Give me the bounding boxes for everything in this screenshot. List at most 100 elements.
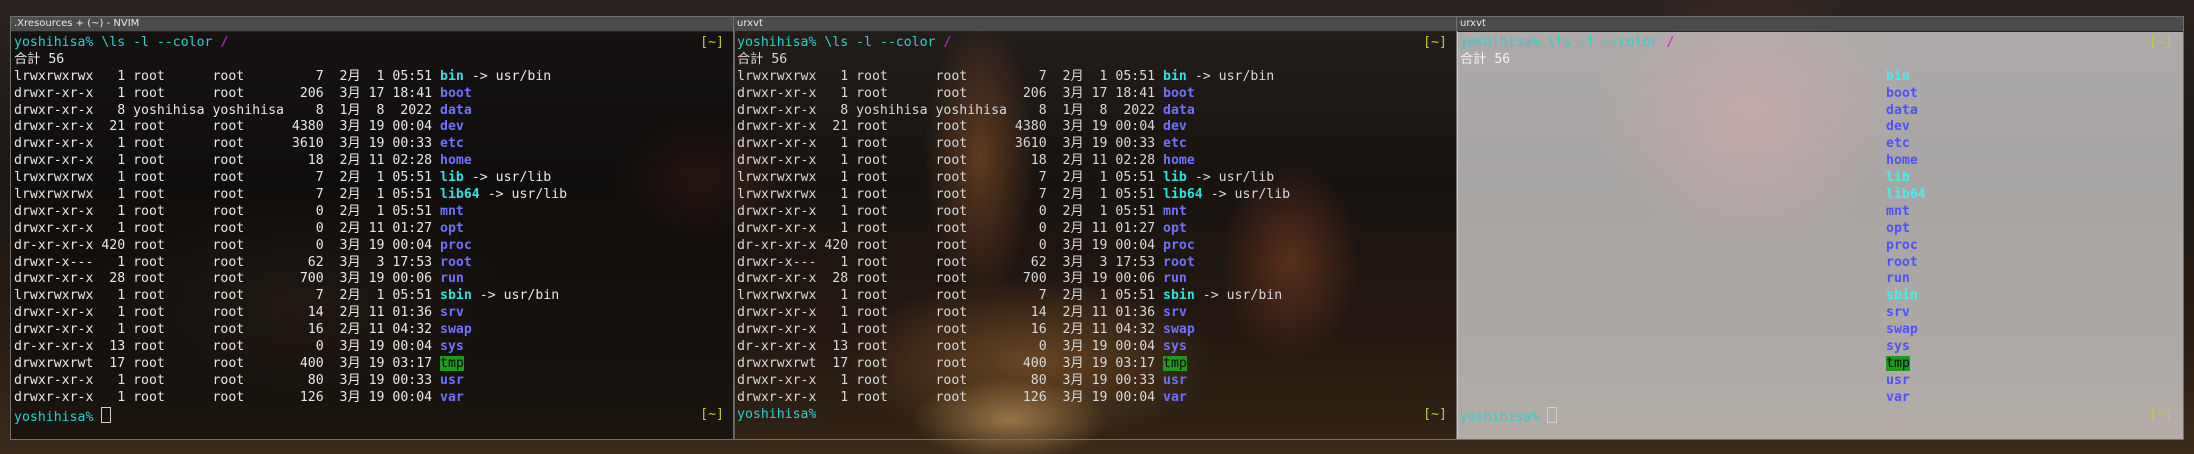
list-item: drwxr-xr-x 1 root root 80 3月 19 00:33 us… <box>737 373 1457 390</box>
file-meta: drwxr-xr-x 1 root root 16 2月 11 04:32 <box>737 322 1164 338</box>
file-meta: drwxr-xr-x 8 yoshihisa yoshihisa 8 1月 8 … <box>737 102 1164 118</box>
file-name: lib64 <box>1163 187 1203 203</box>
file-name: data <box>1886 102 1918 118</box>
total-line: 合計 56 <box>1460 51 1511 67</box>
file-name: mnt <box>440 203 464 219</box>
command: \ls -l --color <box>824 35 944 50</box>
file-name: mnt <box>1163 203 1187 219</box>
file-name: swap <box>1163 322 1195 338</box>
file-meta: drwxr-xr-x 1 root root 14 2月 11 01:36 <box>737 305 1164 321</box>
terminal-window-urxvt-1[interactable]: urxvt yoshihisa% \ls -l --color / [~] 合計 5… <box>733 16 1458 440</box>
file-meta: drwxr-xr-x 1 root root 0 2月 1 05:51 <box>14 203 441 219</box>
file-meta: drwxr-xr-x 1 root root 80 3月 19 00:33 <box>14 372 441 388</box>
list-item: lrwxrwxrwx 1 root root 7 2月 1 05:51 sbin… <box>1460 288 2183 305</box>
file-name: home <box>1886 153 1918 169</box>
list-item: lrwxrwxrwx 1 root root 7 2月 1 05:51 lib6… <box>14 187 734 204</box>
terminal-output[interactable]: yoshihisa% \ls -l --color / [~] 合計 56 lrwxr… <box>1457 32 2183 439</box>
file-name: opt <box>440 220 464 236</box>
list-item: lrwxrwxrwx 1 root root 7 2月 1 05:51 lib … <box>1460 170 2183 187</box>
prompt: yoshihisa% <box>1460 409 1548 425</box>
file-meta: drwxr-xr-x 1 root root 80 3月 19 00:33 <box>737 372 1164 388</box>
list-item: lrwxrwxrwx 1 root root 7 2月 1 05:51 lib6… <box>1460 187 2183 204</box>
list-item: drwxr-xr-x 1 root root 14 2月 11 01:36 sr… <box>737 305 1457 322</box>
list-item: drwxr-x--- 1 root root 62 3月 3 17:53 roo… <box>1460 255 2183 272</box>
list-item: drwxr-xr-x 21 root root 4380 3月 19 00:04… <box>1460 119 2183 136</box>
file-name: lib <box>440 170 464 186</box>
file-name: srv <box>1886 305 1910 321</box>
file-meta: drwxrwxrwt 17 root root 400 3月 19 03:17 <box>14 355 441 371</box>
file-name: dev <box>1886 119 1910 135</box>
list-item: drwxrwxrwt 17 root root 400 3月 19 03:17 … <box>737 355 1457 373</box>
list-item: lrwxrwxrwx 1 root root 7 2月 1 05:51 lib … <box>14 170 734 187</box>
prompt-line: yoshihisa% \ls -l --color / [~] <box>14 35 734 52</box>
list-item: drwxr-x--- 1 root root 62 3月 3 17:53 roo… <box>737 255 1457 272</box>
file-meta: lrwxrwxrwx 1 root root 7 2月 1 05:51 <box>737 170 1164 186</box>
prompt: yoshihisa% <box>14 35 102 50</box>
symlink-target: -> usr/bin <box>1186 68 1275 84</box>
terminal-output[interactable]: yoshihisa% \ls -l --color /[~]合計 56lrwxr… <box>734 32 1457 439</box>
terminal-output[interactable]: yoshihisa% \ls -l --color /[~]合計 56lrwxr… <box>11 32 734 439</box>
file-name: usr <box>440 372 464 388</box>
list-item: drwxr-xr-x 1 root root 126 3月 19 00:04 v… <box>1460 390 2183 407</box>
file-meta: drwxr-x--- 1 root root 62 3月 3 17:53 <box>737 254 1164 270</box>
cwd-indicator: [~] <box>700 35 724 50</box>
prompt: yoshihisa% <box>737 406 825 422</box>
file-name: lib <box>1886 170 1910 186</box>
file-name: root <box>440 254 472 270</box>
file-meta: drwxr-xr-x 21 root root 4380 3月 19 00:04 <box>737 119 1164 135</box>
list-item: drwxr-xr-x 1 root root 0 2月 11 01:27 opt <box>14 221 734 238</box>
file-name: data <box>440 102 472 118</box>
symlink-target: -> usr/bin <box>471 288 560 304</box>
cwd-indicator: [~] <box>2149 406 2173 422</box>
file-meta: drwxr-x--- 1 root root 62 3月 3 17:53 <box>14 254 441 270</box>
list-item: dr-xr-xr-x 420 root root 0 3月 19 00:04 p… <box>14 238 734 255</box>
file-meta: lrwxrwxrwx 1 root root 7 2月 1 05:51 <box>14 170 441 186</box>
symlink-target: -> usr/lib <box>479 187 568 203</box>
prompt: yoshihisa% <box>737 35 825 50</box>
file-name: usr <box>1886 372 1910 388</box>
command-argument: / <box>1666 35 1675 50</box>
prompt: yoshihisa% <box>14 409 102 425</box>
file-name: sys <box>440 339 464 355</box>
file-name: etc <box>1163 136 1187 152</box>
file-meta: drwxr-xr-x 1 root root 206 3月 17 18:41 <box>737 85 1164 101</box>
list-item: drwxr-xr-x 1 root root 206 3月 17 18:41 b… <box>1460 86 2183 103</box>
list-item: drwxr-xr-x 28 root root 700 3月 19 00:06 … <box>737 271 1457 288</box>
file-name: proc <box>440 237 472 253</box>
symlink-target: -> usr/lib <box>1186 170 1275 186</box>
list-item: drwxr-xr-x 1 root root 3610 3月 19 00:33 … <box>737 136 1457 153</box>
list-item: drwxr-xr-x 1 root root 16 2月 11 04:32 sw… <box>1460 322 2183 339</box>
list-item: drwxr-xr-x 1 root root 16 2月 11 04:32 sw… <box>14 322 734 339</box>
prompt-line: yoshihisa% [~] <box>14 406 734 425</box>
terminal-window-urxvt-2[interactable]: urxvt yoshihisa% \ls -l --color / [~] 合計 5… <box>1456 16 2184 440</box>
list-item: lrwxrwxrwx 1 root root 7 2月 1 05:51 bin … <box>737 69 1457 86</box>
list-item: drwxr-xr-x 1 root root 3610 3月 19 00:33 … <box>14 136 734 153</box>
list-item: drwxr-xr-x 1 root root 126 3月 19 00:04 v… <box>14 390 734 407</box>
list-item: drwxr-xr-x 1 root root 80 3月 19 00:33 us… <box>14 373 734 390</box>
prompt-line: yoshihisa% \ls -l --color / [~] <box>737 35 1457 52</box>
terminal-window-nvim[interactable]: .Xresources + (~) - NVIM yoshihisa% \ls … <box>10 16 735 440</box>
file-meta: drwxr-xr-x 28 root root 700 3月 19 00:06 <box>737 271 1164 287</box>
file-name: home <box>440 153 472 169</box>
command: \ls -l --color <box>1547 35 1667 50</box>
file-name: etc <box>1886 136 1910 152</box>
file-name: bin <box>1886 68 1910 84</box>
list-item: lrwxrwxrwx 1 root root 7 2月 1 05:51 bin … <box>1460 69 2183 86</box>
window-title: urxvt <box>734 17 1457 31</box>
list-item: lrwxrwxrwx 1 root root 7 2月 1 05:51 sbin… <box>737 288 1457 305</box>
list-item: dr-xr-xr-x 420 root root 0 3月 19 00:04 p… <box>1460 238 2183 255</box>
file-name: opt <box>1163 220 1187 236</box>
file-name: lib64 <box>1886 187 1926 203</box>
file-meta: drwxr-xr-x 1 root root 18 2月 11 02:28 <box>737 153 1164 169</box>
file-name: home <box>1163 153 1195 169</box>
file-name: run <box>440 271 464 287</box>
list-item: lrwxrwxrwx 1 root root 7 2月 1 05:51 lib6… <box>737 187 1457 204</box>
list-item: drwxr-xr-x 1 root root 0 2月 1 05:51 mnt <box>14 204 734 221</box>
prompt-line: yoshihisa% [~] <box>1460 406 2183 425</box>
file-name: run <box>1886 271 1910 287</box>
file-meta: drwxr-xr-x 8 yoshihisa yoshihisa 8 1月 8 … <box>14 102 441 118</box>
file-meta: dr-xr-xr-x 13 root root 0 3月 19 00:04 <box>14 339 441 355</box>
file-meta: lrwxrwxrwx 1 root root 7 2月 1 05:51 <box>737 68 1164 84</box>
symlink-target: -> usr/lib <box>1202 187 1291 203</box>
list-item: drwxr-xr-x 1 root root 0 2月 11 01:27 opt <box>737 221 1457 238</box>
